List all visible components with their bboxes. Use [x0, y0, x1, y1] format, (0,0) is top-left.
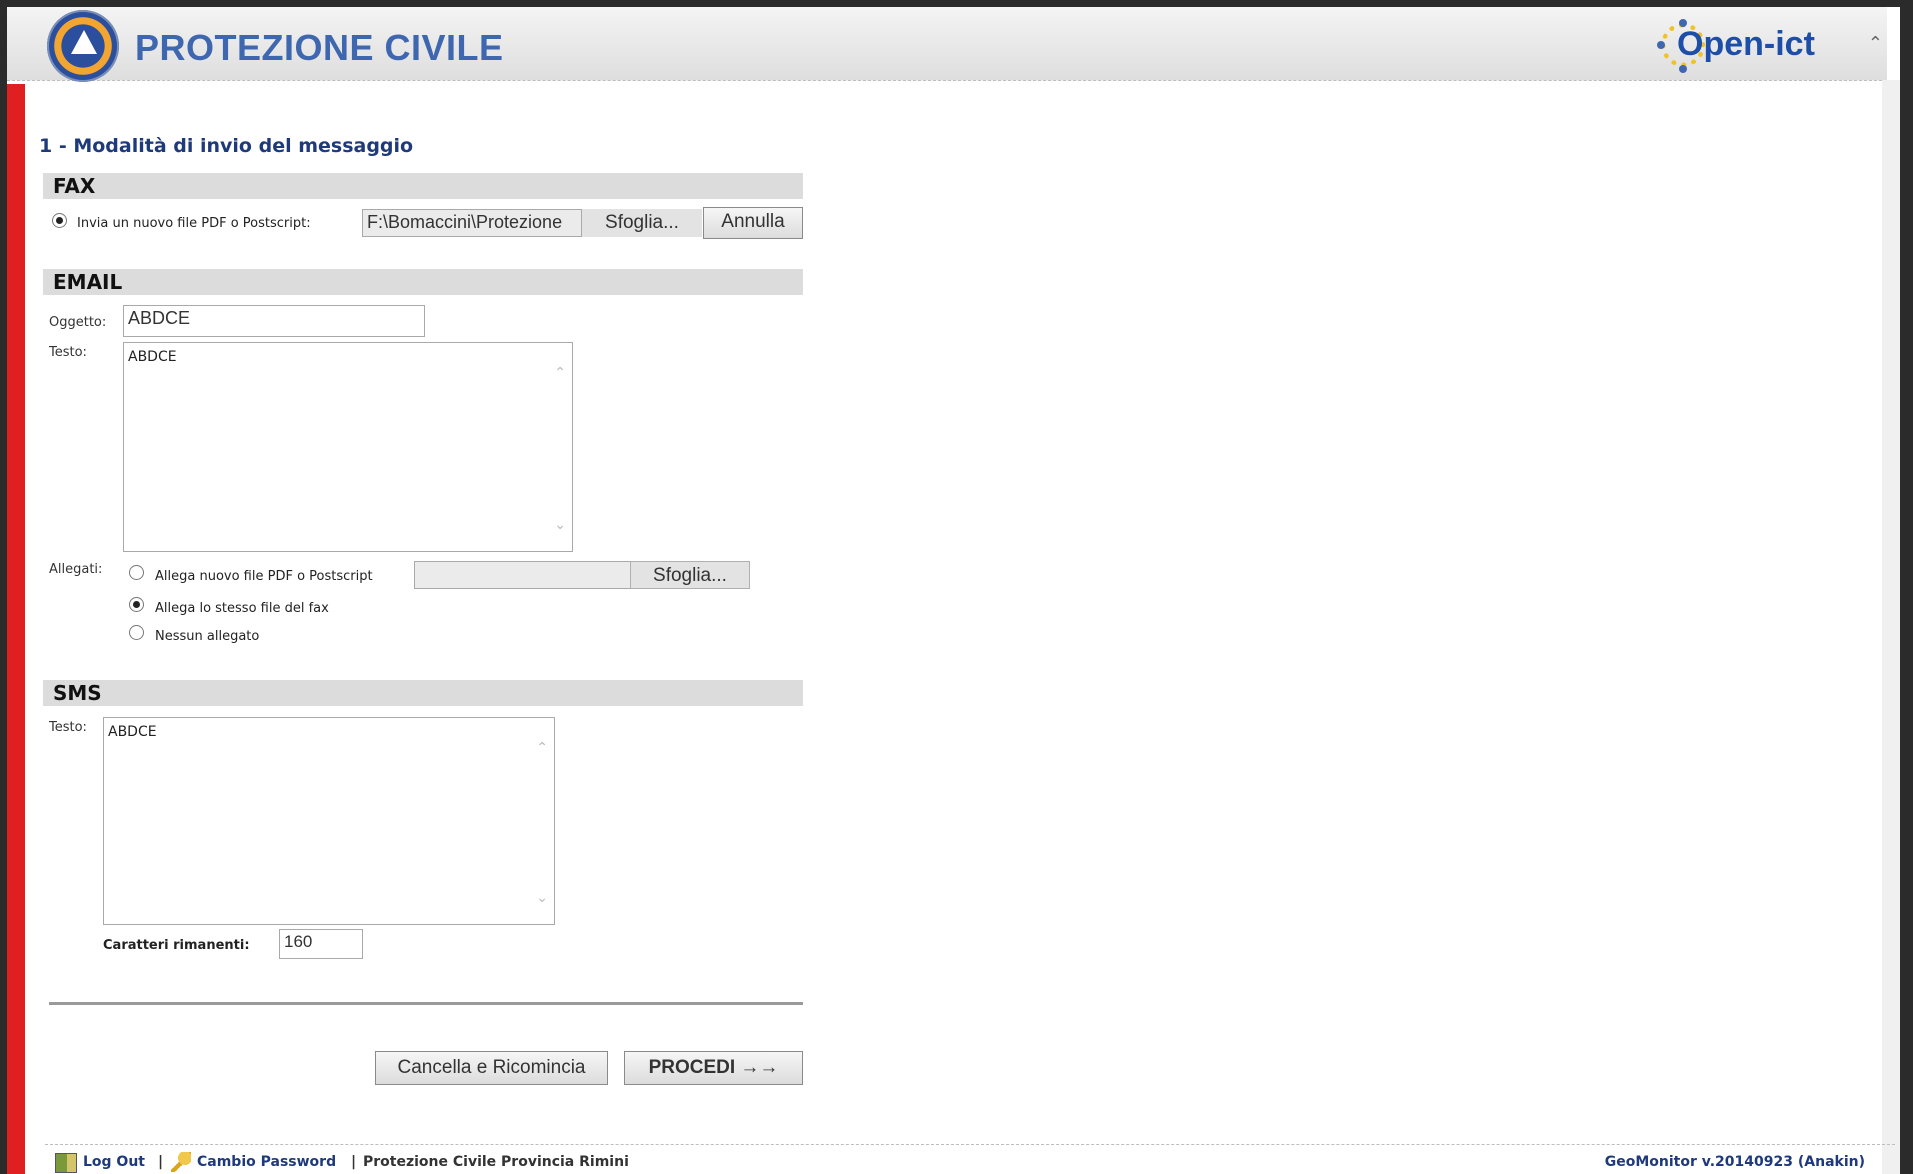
email-subject-input[interactable]: ABDCE	[123, 305, 425, 337]
fax-browse-button[interactable]: Sfoglia...	[582, 209, 702, 237]
sms-remaining-label: Caratteri rimanenti:	[103, 938, 250, 953]
proceed-button[interactable]: PROCEDI →→	[624, 1051, 803, 1085]
email-text-value: ABDCE	[128, 349, 177, 365]
footer-separator: |	[351, 1154, 357, 1170]
vertical-scrollbar[interactable]	[1882, 80, 1900, 1174]
sms-text-area[interactable]: ABDCE ⌃ ⌄	[103, 717, 555, 925]
email-text-area[interactable]: ABDCE ⌃ ⌄	[123, 342, 573, 552]
attach-new-radio[interactable]	[129, 565, 144, 580]
fax-new-file-radio[interactable]	[52, 213, 67, 228]
footer-separator: |	[158, 1154, 164, 1170]
attach-same-label: Allega lo stesso file del fax	[155, 601, 329, 616]
email-text-label: Testo:	[49, 345, 87, 360]
open-ict-logo: Open-ict	[1657, 19, 1827, 73]
email-subject-label: Oggetto:	[49, 315, 107, 330]
attach-file-input[interactable]	[414, 561, 636, 589]
brand-title: PROTEZIONE CIVILE	[135, 27, 504, 68]
email-section-header: EMAIL	[43, 269, 803, 295]
chevron-up-icon: ⌃	[536, 740, 548, 756]
fax-cancel-button[interactable]: Annulla	[703, 207, 803, 239]
scroll-up-icon[interactable]: ⌃	[1868, 33, 1883, 54]
app-window: PROTEZIONE CIVILE Open-ict ⌃ 1 - Modalit…	[7, 7, 1900, 1174]
sms-text-value: ABDCE	[108, 724, 157, 740]
footer-version: GeoMonitor v.20140923 (Anakin)	[1604, 1154, 1865, 1170]
header: PROTEZIONE CIVILE Open-ict ⌃	[7, 7, 1887, 82]
change-password-link[interactable]: Cambio Password	[197, 1154, 336, 1170]
reset-button[interactable]: Cancella e Ricomincia	[375, 1051, 608, 1085]
form-divider	[49, 1002, 803, 1005]
sms-section-header: SMS	[43, 680, 803, 706]
chevron-up-icon: ⌃	[554, 365, 566, 381]
logout-link[interactable]: Log Out	[83, 1154, 145, 1170]
protezione-civile-logo	[47, 10, 119, 82]
attach-none-radio[interactable]	[129, 625, 144, 640]
sms-text-label: Testo:	[49, 720, 87, 735]
chevron-down-icon: ⌄	[536, 890, 548, 906]
logout-icon[interactable]	[55, 1153, 77, 1173]
attach-same-radio[interactable]	[129, 597, 144, 612]
section-title: 1 - Modalità di invio del messaggio	[39, 135, 414, 157]
key-icon[interactable]	[171, 1152, 191, 1172]
footer-org-name: Protezione Civile Provincia Rimini	[363, 1154, 629, 1170]
email-attachments-label: Allegati:	[49, 562, 103, 577]
attach-browse-button[interactable]: Sfoglia...	[630, 561, 750, 589]
attach-new-label: Allega nuovo file PDF o Postscript	[155, 569, 373, 584]
chevron-down-icon: ⌄	[554, 517, 566, 533]
attach-none-label: Nessun allegato	[155, 629, 260, 644]
sms-remaining-count: 160	[279, 929, 363, 959]
fax-radio-label: Invia un nuovo file PDF o Postscript:	[77, 216, 311, 231]
footer: Log Out | Cambio Password | Protezione C…	[45, 1144, 1895, 1173]
side-accent-bar	[7, 84, 25, 1174]
fax-section-header: FAX	[43, 173, 803, 199]
fax-file-input[interactable]: F:\Bomaccini\Protezione	[362, 209, 582, 237]
